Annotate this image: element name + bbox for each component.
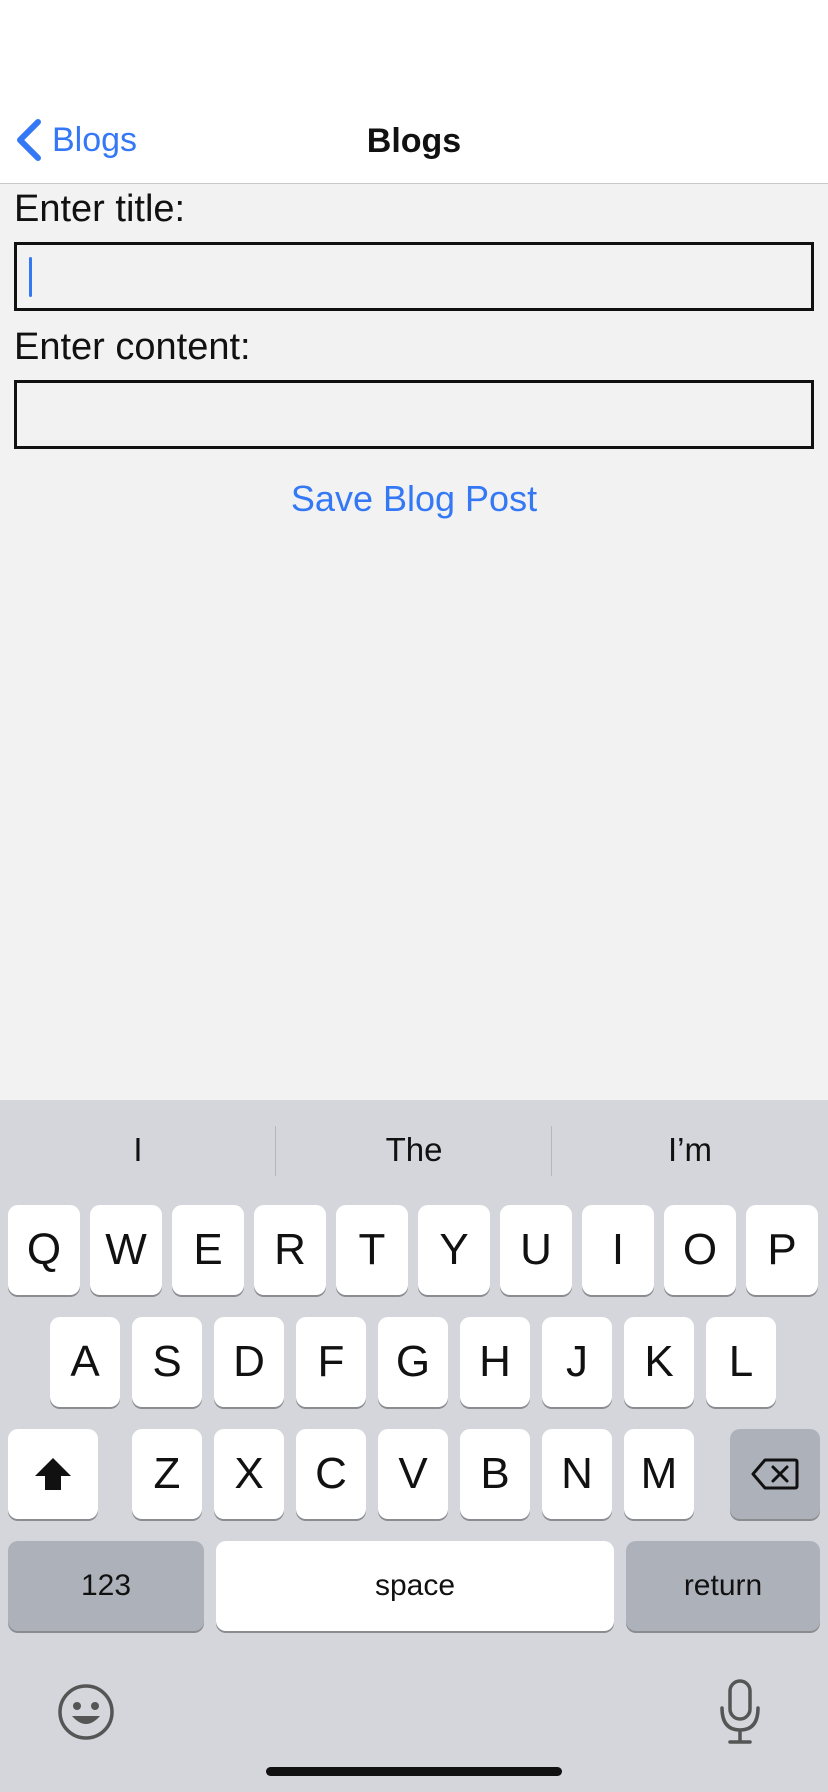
page-title: Blogs xyxy=(366,122,462,160)
title-input[interactable] xyxy=(14,242,814,311)
key-o[interactable]: O xyxy=(664,1205,736,1295)
navigation-bar: Blogs Blogs xyxy=(0,88,828,184)
key-w[interactable]: W xyxy=(90,1205,162,1295)
key-h[interactable]: H xyxy=(460,1317,530,1407)
return-key[interactable]: return xyxy=(626,1541,820,1631)
shift-key[interactable] xyxy=(8,1429,98,1519)
key-v[interactable]: V xyxy=(378,1429,448,1519)
key-t[interactable]: T xyxy=(336,1205,408,1295)
content-label: Enter content: xyxy=(14,326,251,368)
numbers-key[interactable]: 123 xyxy=(8,1541,204,1631)
backspace-icon xyxy=(751,1458,799,1490)
key-s[interactable]: S xyxy=(132,1317,202,1407)
text-cursor xyxy=(29,257,32,297)
key-j[interactable]: J xyxy=(542,1317,612,1407)
title-label: Enter title: xyxy=(14,188,186,230)
key-l[interactable]: L xyxy=(706,1317,776,1407)
key-g[interactable]: G xyxy=(378,1317,448,1407)
key-x[interactable]: X xyxy=(214,1429,284,1519)
dictation-button[interactable] xyxy=(718,1678,762,1746)
key-e[interactable]: E xyxy=(172,1205,244,1295)
suggestion-item[interactable]: The xyxy=(276,1100,552,1200)
key-a[interactable]: A xyxy=(50,1317,120,1407)
key-k[interactable]: K xyxy=(624,1317,694,1407)
microphone-icon xyxy=(720,1679,760,1744)
key-u[interactable]: U xyxy=(500,1205,572,1295)
key-q[interactable]: Q xyxy=(8,1205,80,1295)
key-p[interactable]: P xyxy=(746,1205,818,1295)
key-f[interactable]: F xyxy=(296,1317,366,1407)
home-indicator xyxy=(266,1767,562,1776)
key-r[interactable]: R xyxy=(254,1205,326,1295)
key-m[interactable]: M xyxy=(624,1429,694,1519)
suggestion-item[interactable]: I’m xyxy=(552,1100,828,1200)
key-b[interactable]: B xyxy=(460,1429,530,1519)
suggestion-item[interactable]: I xyxy=(0,1100,276,1200)
content-input[interactable] xyxy=(14,380,814,449)
emoji-button[interactable] xyxy=(56,1682,116,1742)
emoji-icon xyxy=(58,1684,114,1740)
key-i[interactable]: I xyxy=(582,1205,654,1295)
shift-arrow-icon xyxy=(35,1458,71,1490)
suggestion-bar: I The I’m xyxy=(0,1100,828,1200)
delete-key[interactable] xyxy=(730,1429,820,1519)
key-y[interactable]: Y xyxy=(418,1205,490,1295)
keyboard: I The I’m Q W E R T Y U I O P A S D F G … xyxy=(0,1100,828,1792)
key-n[interactable]: N xyxy=(542,1429,612,1519)
key-d[interactable]: D xyxy=(214,1317,284,1407)
key-z[interactable]: Z xyxy=(132,1429,202,1519)
key-c[interactable]: C xyxy=(296,1429,366,1519)
status-bar xyxy=(0,0,828,88)
space-key[interactable]: space xyxy=(216,1541,614,1631)
save-blog-post-button[interactable]: Save Blog Post xyxy=(0,478,828,520)
